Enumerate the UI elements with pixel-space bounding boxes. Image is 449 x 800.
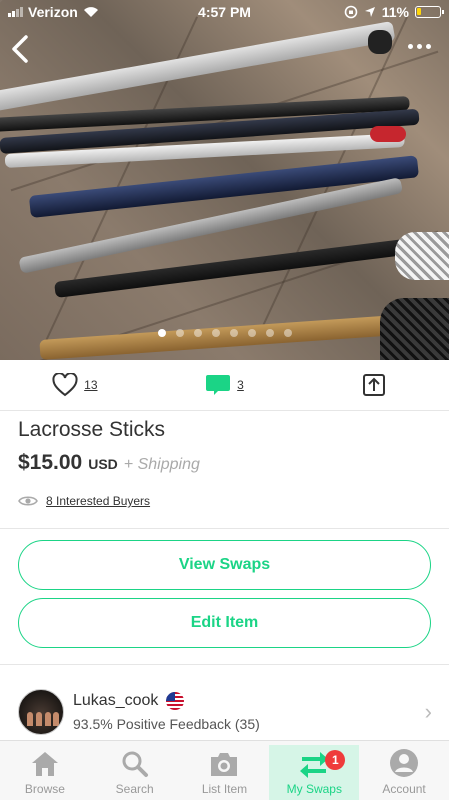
divider <box>0 528 449 529</box>
us-flag-icon <box>166 692 185 710</box>
page-dot[interactable] <box>247 329 256 337</box>
heart-icon <box>52 373 78 397</box>
photo-pagination[interactable] <box>0 329 449 337</box>
item-price: $15.00 <box>18 451 83 474</box>
wifi-icon <box>83 7 98 17</box>
comment-count[interactable]: 3 <box>237 378 244 392</box>
like-button[interactable]: 13 <box>0 373 150 397</box>
item-photo[interactable]: Verizon 4:57 PM 11% <box>0 0 449 360</box>
interested-buyers[interactable]: 8 Interested Buyers <box>18 494 150 508</box>
tab-label: Browse <box>24 782 65 796</box>
more-dot-icon <box>426 44 431 49</box>
price-row: $15.00 USD + Shipping <box>18 451 200 475</box>
like-count[interactable]: 13 <box>84 378 97 392</box>
share-button[interactable] <box>299 373 449 397</box>
tab-bar: Browse Search List Item My Swaps 1 Accou… <box>0 740 449 800</box>
home-icon <box>31 752 58 776</box>
seller-feedback: 93.5% Positive Feedback (35) <box>73 716 260 732</box>
notification-badge: 1 <box>325 750 346 770</box>
tab-list-item[interactable]: List Item <box>180 741 270 800</box>
more-dot-icon <box>408 44 413 49</box>
page-dot[interactable] <box>211 329 220 337</box>
item-title: Lacrosse Sticks <box>18 418 166 441</box>
more-dot-icon <box>417 44 422 49</box>
tab-label: List Item <box>201 782 248 796</box>
interested-buyers-link[interactable]: 8 Interested Buyers <box>46 494 150 508</box>
avatar[interactable] <box>18 689 64 735</box>
comments-button[interactable]: 3 <box>150 373 300 397</box>
page-dot[interactable] <box>193 329 202 337</box>
chevron-right-icon: › <box>424 699 432 724</box>
more-options-button[interactable] <box>408 44 431 49</box>
signal-icon <box>8 7 23 17</box>
photo-stick <box>39 314 400 360</box>
back-button[interactable] <box>10 34 40 70</box>
share-icon <box>363 374 386 396</box>
eye-icon <box>18 496 38 506</box>
carrier-label: Verizon <box>28 4 78 20</box>
chevron-left-icon <box>12 35 28 63</box>
battery-percent: 11% <box>381 4 409 20</box>
divider <box>0 664 449 665</box>
camera-icon <box>211 753 238 776</box>
page-dot[interactable] <box>175 329 184 337</box>
tab-browse[interactable]: Browse <box>0 741 90 800</box>
edit-item-button[interactable]: Edit Item <box>18 598 431 648</box>
tab-my-swaps[interactable]: My Swaps 1 <box>269 745 360 800</box>
comment-icon <box>206 375 231 395</box>
tab-search[interactable]: Search <box>90 741 180 800</box>
tab-label: Search <box>115 782 154 796</box>
item-currency: USD <box>88 456 118 472</box>
page-dot[interactable] <box>229 329 238 337</box>
account-icon <box>390 749 419 777</box>
photo-stick-head <box>395 232 449 280</box>
page-dot[interactable] <box>265 329 274 337</box>
view-swaps-button[interactable]: View Swaps <box>18 540 431 590</box>
search-icon <box>122 751 148 777</box>
divider <box>0 410 449 411</box>
photo-stick-cap <box>370 126 406 142</box>
battery-icon <box>415 6 444 18</box>
seller-row[interactable]: Lukas_cook 93.5% Positive Feedback (35) … <box>18 684 438 740</box>
page-dot[interactable] <box>157 329 166 337</box>
rotation-lock-icon <box>344 5 358 19</box>
shipping-label: + Shipping <box>123 456 200 473</box>
tab-label: Account <box>382 782 426 796</box>
tab-account[interactable]: Account <box>359 741 449 800</box>
status-time: 4:57 PM <box>198 4 251 20</box>
photo-stick <box>0 20 396 112</box>
seller-name: Lukas_cook <box>73 692 159 709</box>
item-actions: 13 3 <box>0 360 449 410</box>
photo-stick-cap <box>368 30 392 54</box>
page-dot[interactable] <box>283 329 292 337</box>
location-icon <box>364 7 375 17</box>
tab-label: My Swaps <box>286 782 342 796</box>
status-bar: Verizon 4:57 PM 11% <box>0 0 449 24</box>
